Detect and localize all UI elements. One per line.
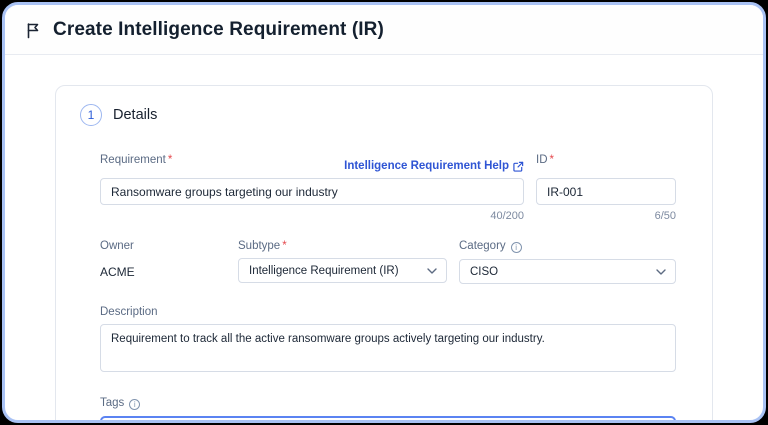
modal-title: Create Intelligence Requirement (IR) <box>53 19 384 41</box>
flag-icon <box>25 22 42 39</box>
tags-input[interactable]: Ransomware ✕ Energy ✕ Oil and gas ✕ <box>100 416 676 423</box>
requirement-field: Requirement* Intelligence Requirement He… <box>100 154 524 222</box>
id-input[interactable] <box>536 178 676 205</box>
owner-label: Owner <box>100 240 134 252</box>
create-ir-modal: Create Intelligence Requirement (IR) 1 D… <box>2 2 766 423</box>
tag-chip: Ransomware ✕ <box>110 421 207 423</box>
requirement-input[interactable] <box>100 178 524 205</box>
tags-label: Tagsi <box>100 397 140 410</box>
requirement-char-counter: 40/200 <box>100 210 524 222</box>
required-asterisk: * <box>282 240 286 252</box>
description-textarea[interactable]: Requirement to track all the active rans… <box>100 324 676 372</box>
tag-chip: Oil and gas ✕ <box>291 421 379 423</box>
category-label: Categoryi <box>459 240 522 253</box>
chevron-down-icon <box>427 268 437 274</box>
id-field: ID* 6/50 <box>536 154 676 222</box>
info-icon[interactable]: i <box>129 399 140 410</box>
intelligence-requirement-help-link[interactable]: Intelligence Requirement Help <box>344 160 524 172</box>
required-asterisk: * <box>168 154 172 166</box>
row-owner-subtype-category: Owner ACME Subtype* Intelligence Require… <box>100 236 676 284</box>
step-label: Details <box>113 107 157 123</box>
chevron-down-icon <box>656 269 666 275</box>
owner-value: ACME <box>100 258 226 279</box>
details-form: Requirement* Intelligence Requirement He… <box>100 154 676 423</box>
step-indicator: 1 Details <box>80 104 688 126</box>
category-select[interactable]: CISO <box>459 259 676 284</box>
subtype-selected-value: Intelligence Requirement (IR) <box>249 265 399 277</box>
subtype-select[interactable]: Intelligence Requirement (IR) <box>238 258 447 283</box>
row-requirement-id: Requirement* Intelligence Requirement He… <box>100 154 676 222</box>
modal-body: 1 Details Requirement* Intelligence Requ… <box>5 55 763 423</box>
tag-chip: Energy ✕ <box>215 421 282 423</box>
row-description: Description Requirement to track all the… <box>100 302 676 377</box>
info-icon[interactable]: i <box>511 242 522 253</box>
description-label: Description <box>100 306 158 318</box>
step-number: 1 <box>80 104 102 126</box>
category-field: Categoryi CISO <box>459 236 676 284</box>
text-cursor <box>391 423 392 424</box>
id-label: ID* <box>536 154 554 166</box>
subtype-label: Subtype* <box>238 240 287 252</box>
details-card: 1 Details Requirement* Intelligence Requ… <box>55 85 713 423</box>
modal-header: Create Intelligence Requirement (IR) <box>5 5 763 55</box>
row-tags: Tagsi Ransomware ✕ Energy ✕ Oil and gas <box>100 393 676 423</box>
requirement-label: Requirement* <box>100 154 172 166</box>
external-link-icon <box>513 161 524 172</box>
subtype-field: Subtype* Intelligence Requirement (IR) <box>238 236 447 284</box>
category-selected-value: CISO <box>470 266 498 278</box>
required-asterisk: * <box>550 154 554 166</box>
id-char-counter: 6/50 <box>536 210 676 222</box>
owner-field: Owner ACME <box>100 236 226 284</box>
